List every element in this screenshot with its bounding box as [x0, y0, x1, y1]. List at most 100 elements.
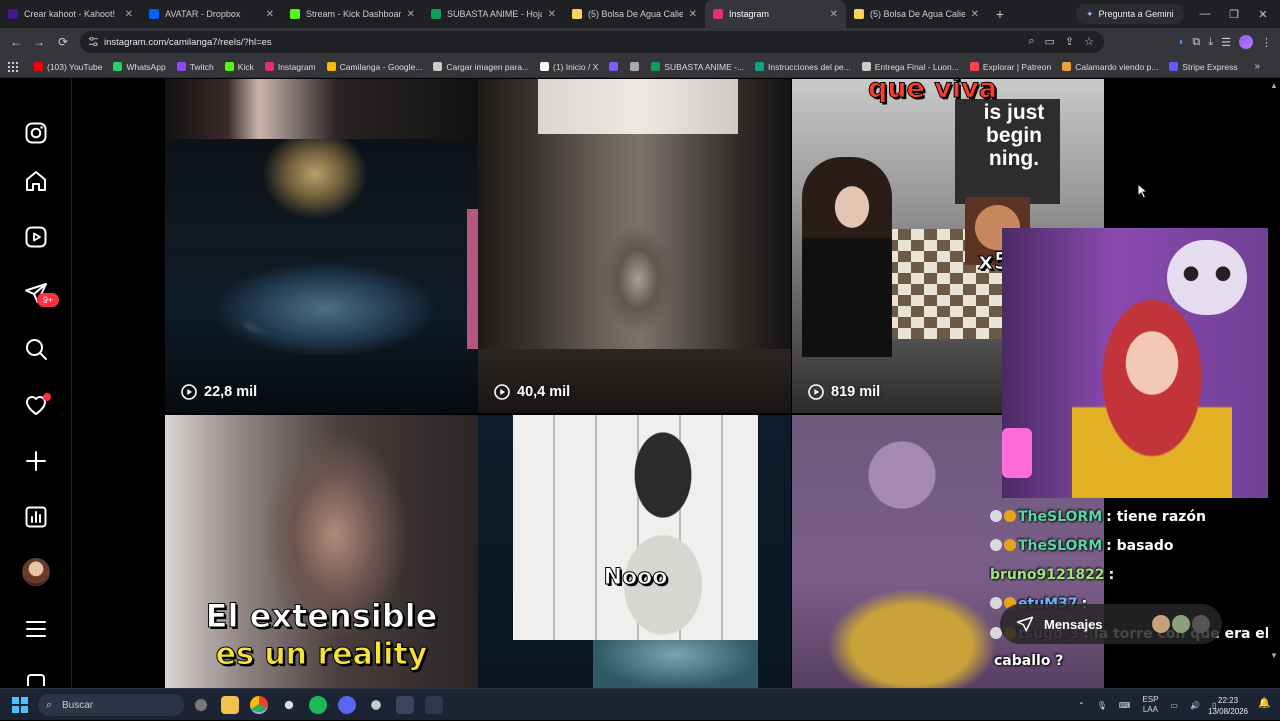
- tab-close-icon[interactable]: ✕: [407, 9, 415, 20]
- microphone-icon[interactable]: 🎙: [1097, 701, 1107, 710]
- bookmark-item[interactable]: (1) Inicio / X: [540, 62, 598, 72]
- bookmark-item[interactable]: Entrega Final - Luon...: [861, 62, 959, 72]
- browser-tab[interactable]: SUBASTA ANIME - Hojas de ✕: [423, 0, 564, 28]
- share-icon[interactable]: ⇪: [1065, 35, 1074, 48]
- stream-overlay[interactable]: [1002, 228, 1280, 498]
- bookmark-item[interactable]: Camilanga - Google...: [326, 62, 422, 72]
- gemini-button[interactable]: ✦ Pregunta a Gemini: [1076, 4, 1184, 24]
- bookmark-favicon-icon: [113, 62, 123, 71]
- home-icon[interactable]: [24, 169, 48, 193]
- bookmark-item[interactable]: Instagram: [264, 61, 316, 72]
- browser-tab[interactable]: (5) Bolsa De Agua Caliente ✕: [846, 0, 987, 28]
- create-plus-icon[interactable]: [24, 449, 48, 473]
- bookmark-label: (1) Inicio / X: [553, 61, 599, 72]
- bookmark-favicon-icon: [540, 62, 550, 71]
- profile-avatar-icon[interactable]: [22, 558, 50, 586]
- notification-bell-icon[interactable]: 🔔: [1258, 698, 1270, 709]
- reload-button[interactable]: ⟳: [51, 30, 75, 54]
- bookmark-favicon-icon: [34, 62, 43, 71]
- download-icon[interactable]: ⤓: [1208, 36, 1213, 49]
- windows-start-icon[interactable]: [12, 697, 28, 713]
- tab-list: Crear kahoot - Kahoot! ✕ AVATAR - Dropbox ✕…: [0, 0, 987, 28]
- more-bookmarks-icon[interactable]: »: [1254, 61, 1260, 72]
- threads-icon[interactable]: [24, 672, 48, 686]
- address-bar[interactable]: instagram.com/camilanga7/reels/?hl=es ⌕ …: [80, 31, 1104, 53]
- profile-avatar[interactable]: [1239, 35, 1253, 49]
- tab-close-icon[interactable]: ✕: [971, 9, 979, 20]
- instagram-logo-icon[interactable]: [24, 121, 48, 145]
- network-icon[interactable]: ▭: [1170, 701, 1178, 710]
- bookmark-favicon-icon: [609, 62, 619, 71]
- bookmark-star-icon[interactable]: ☆: [1084, 35, 1094, 48]
- tab-close-icon[interactable]: ✕: [689, 9, 697, 20]
- browser-tab[interactable]: Stream - Kick Dashboard ✕: [282, 0, 423, 28]
- bookmark-item[interactable]: Explorar | Patreon: [969, 62, 1051, 72]
- tab-close-icon[interactable]: ✕: [125, 9, 133, 20]
- bookmark-item[interactable]: Stripe Express: [1169, 62, 1238, 72]
- messages-pill-button[interactable]: Mensajes: [1000, 604, 1222, 644]
- cast-icon[interactable]: ▭: [1045, 35, 1055, 48]
- zoom-icon[interactable]: ⌕: [1028, 35, 1034, 48]
- keyboard-icon[interactable]: ⌨: [1119, 701, 1131, 710]
- taskbar-search[interactable]: ⌕ Buscar: [38, 694, 184, 716]
- tab-title: SUBASTA ANIME - Hojas de: [447, 9, 542, 19]
- app-icon-2[interactable]: [425, 696, 443, 714]
- chrome-icon[interactable]: [250, 696, 268, 714]
- file-explorer-icon[interactable]: [221, 696, 239, 714]
- settings-gear-icon[interactable]: [367, 696, 385, 714]
- bookmark-item[interactable]: Calamardo viendo p...: [1062, 62, 1158, 72]
- bookmark-item[interactable]: Cargar imagen para...: [433, 62, 529, 72]
- volume-icon[interactable]: 🔊: [1190, 701, 1200, 710]
- language-indicator[interactable]: ESP LAA: [1142, 695, 1158, 715]
- tray-expand-icon[interactable]: ⌃: [1078, 701, 1085, 710]
- browser-tab[interactable]: (5) Bolsa De Agua Caliente ✕: [564, 0, 705, 28]
- reel-top-strip: [538, 79, 738, 134]
- browser-tab[interactable]: Instagram ✕: [705, 0, 846, 28]
- apps-grid-icon[interactable]: [8, 61, 18, 72]
- bookmark-item[interactable]: Twitch: [176, 62, 214, 72]
- reel-thumbnail[interactable]: 22,8 mil: [165, 79, 478, 413]
- bookmark-label: Calamardo viendo p...: [1075, 61, 1159, 72]
- tab-close-icon[interactable]: ✕: [548, 9, 556, 20]
- bookmark-item[interactable]: (103) YouTube: [34, 62, 102, 72]
- menu-kebab-icon[interactable]: ⋮: [1261, 36, 1272, 49]
- tab-search-icon[interactable]: ☰: [1221, 36, 1231, 49]
- chat-text: : tiene razón: [1106, 509, 1207, 525]
- spotify-icon[interactable]: [309, 696, 327, 714]
- bookmark-item[interactable]: SUBASTA ANIME -...: [651, 62, 744, 72]
- reel-thumbnail[interactable]: 40,4 mil: [478, 79, 791, 413]
- bookmark-label: Instagram: [277, 61, 316, 72]
- taskbar-clock[interactable]: 22:23 13/08/2026: [1208, 695, 1248, 717]
- bookmark-label: (103) YouTube: [47, 61, 103, 72]
- obs-icon[interactable]: [280, 696, 298, 714]
- app-icon[interactable]: [396, 696, 414, 714]
- bookmark-item[interactable]: [630, 62, 643, 71]
- scroll-up-icon[interactable]: ▲: [1270, 81, 1278, 90]
- reel-thumbnail[interactable]: El extensible es un reality: [165, 415, 478, 689]
- bookmark-item[interactable]: WhatsApp: [113, 62, 166, 72]
- task-view-icon[interactable]: [192, 696, 210, 714]
- scroll-down-icon[interactable]: ▼: [1270, 651, 1278, 660]
- browser-tab[interactable]: AVATAR - Dropbox ✕: [141, 0, 282, 28]
- page-scrollbar[interactable]: ▲ ▼: [1268, 79, 1280, 689]
- tab-close-icon[interactable]: ✕: [266, 9, 274, 20]
- tab-close-icon[interactable]: ✕: [830, 9, 838, 20]
- bookmark-item[interactable]: Kick: [224, 62, 254, 72]
- forward-button[interactable]: →: [27, 30, 51, 54]
- bookmark-item[interactable]: [609, 62, 622, 71]
- more-menu-icon[interactable]: [24, 617, 48, 641]
- new-tab-button[interactable]: +: [987, 0, 1013, 28]
- browser-tab[interactable]: Crear kahoot - Kahoot! ✕: [0, 0, 141, 28]
- extensions-icon[interactable]: ⧉: [1192, 36, 1200, 49]
- bookmark-item[interactable]: Instrucciones del pe...: [755, 62, 851, 72]
- reel-thumbnail[interactable]: Nooo: [478, 415, 791, 689]
- back-button[interactable]: ←: [4, 30, 28, 54]
- site-info-icon[interactable]: [88, 36, 99, 47]
- search-icon[interactable]: [24, 337, 48, 361]
- reels-icon[interactable]: [24, 225, 48, 249]
- close-window-button[interactable]: ✕: [1246, 0, 1280, 28]
- extension-audio-icon[interactable]: ◗: [1178, 36, 1185, 48]
- discord-icon[interactable]: [338, 696, 356, 714]
- dashboard-insights-icon[interactable]: [24, 505, 48, 529]
- avatar-stack: [1152, 615, 1210, 633]
